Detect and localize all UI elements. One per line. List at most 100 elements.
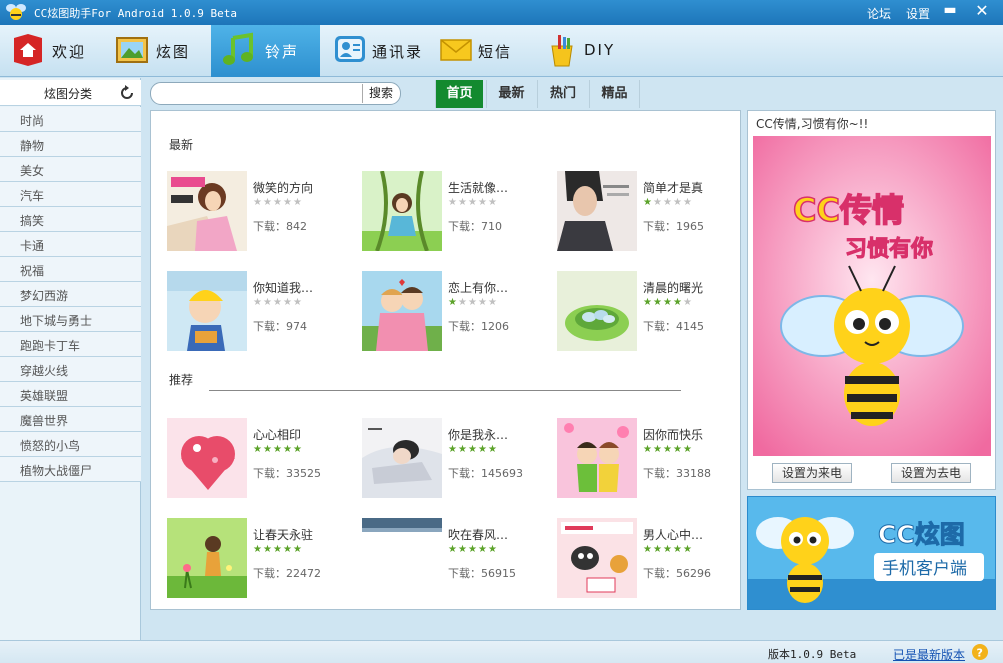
picture-title: 吹在春风… (448, 528, 509, 542)
search-input[interactable] (159, 86, 359, 102)
paint-bucket-icon (551, 35, 573, 67)
sidebar-item-label: 英雄联盟 (20, 389, 69, 403)
star-filled-icon: ★ (468, 544, 477, 555)
sidebar-item-dungeon-fighter[interactable]: 地下城与勇士 (0, 307, 141, 332)
tab-home[interactable]: 首页 (435, 80, 483, 108)
picture-card[interactable]: 吹在春风… ★★★★★ 下载：56915 (362, 518, 542, 600)
sidebar-item-crossfire[interactable]: 穿越火线 (0, 357, 141, 382)
tab-latest[interactable]: 最新 (486, 80, 536, 108)
sidebar-item-cars[interactable]: 汽车 (0, 182, 141, 207)
rating-stars: ★★★★★ (643, 297, 693, 308)
picture-title: 因你而快乐 (643, 428, 704, 442)
tab-featured[interactable]: 精品 (589, 80, 640, 108)
picture-card[interactable]: 你知道我… ★★★★★ 下载：974 (167, 271, 347, 353)
picture-card[interactable]: 简单才是真 ★★★★★ 下载：1965 (557, 171, 737, 253)
search-button[interactable]: 搜索 (362, 84, 399, 103)
download-count: 下载：1965 (643, 220, 704, 233)
star-filled-icon: ★ (683, 444, 692, 455)
refresh-icon[interactable] (119, 85, 135, 101)
star-empty-icon: ★ (283, 197, 292, 208)
star-empty-icon: ★ (468, 297, 477, 308)
sidebar-item-label: 植物大战僵尸 (20, 464, 93, 478)
banner-image: CC炫图 手机客户端 (748, 497, 995, 609)
star-empty-icon: ★ (458, 197, 467, 208)
star-filled-icon: ★ (673, 544, 682, 555)
sidebar-item-league-of-legends[interactable]: 英雄联盟 (0, 382, 141, 407)
picture-card[interactable]: 让春天永驻 ★★★★★ 下载：22472 (167, 518, 347, 600)
thumbnail-image (362, 171, 442, 251)
picture-card[interactable]: 清晨的曙光 ★★★★★ 下载：4145 (557, 271, 737, 353)
set-incoming-button[interactable]: 设置为来电 (772, 463, 852, 483)
nav-ringtones[interactable]: 铃声 (211, 25, 320, 77)
settings-link[interactable]: 设置 (906, 5, 930, 22)
picture-card[interactable]: 微笑的方向 ★★★★★ 下载：842 (167, 171, 347, 253)
thumbnail-image (167, 418, 247, 498)
status-bar: 版本1.0.9 Beta 已是最新版本 ? (0, 640, 1003, 663)
picture-card[interactable]: 你是我永… ★★★★★ 下载：145693 (362, 418, 542, 500)
picture-card[interactable]: 因你而快乐 ★★★★★ 下载：33188 (557, 418, 737, 500)
nav-diy[interactable]: DIY (534, 25, 638, 77)
sidebar-item-blessing[interactable]: 祝福 (0, 257, 141, 282)
nav-pictures[interactable]: 炫图 (104, 25, 208, 77)
thumbnail-image (557, 418, 637, 498)
search-box: 搜索 (150, 82, 401, 105)
star-empty-icon: ★ (263, 297, 272, 308)
thumbnail-image (167, 271, 247, 351)
sidebar-item-beauty[interactable]: 美女 (0, 157, 141, 182)
sidebar-item-funny[interactable]: 搞笑 (0, 207, 141, 232)
thumbnail-image (167, 518, 247, 598)
picture-title: 心心相印 (253, 428, 302, 442)
star-empty-icon: ★ (673, 197, 682, 208)
bee-logo-icon (6, 4, 26, 20)
sidebar-item-kart-rider[interactable]: 跑跑卡丁车 (0, 332, 141, 357)
star-filled-icon: ★ (263, 444, 272, 455)
sidebar-item-still-life[interactable]: 静物 (0, 132, 141, 157)
rating-stars: ★★★★★ (253, 197, 303, 208)
nav-welcome[interactable]: 欢迎 (0, 25, 104, 77)
envelope-icon (440, 39, 472, 61)
picture-card[interactable]: 男人心中… ★★★★★ 下载：56296 (557, 518, 737, 600)
star-empty-icon: ★ (293, 197, 302, 208)
tab-hot[interactable]: 热门 (537, 80, 588, 108)
star-filled-icon: ★ (663, 544, 672, 555)
sidebar-item-world-of-warcraft[interactable]: 魔兽世界 (0, 407, 141, 432)
sidebar-item-plants-vs-zombies[interactable]: 植物大战僵尸 (0, 457, 141, 482)
download-count: 下载：56296 (643, 567, 711, 580)
nav-sms[interactable]: 短信 (428, 25, 532, 77)
star-filled-icon: ★ (253, 444, 262, 455)
preview-panel: CC传情,习惯有你~!! CC传情 习惯有你 设置为来电 设置为去电 (747, 110, 996, 490)
close-icon[interactable]: ✕ (972, 1, 992, 21)
forum-link[interactable]: 论坛 (867, 5, 891, 22)
nav-contacts[interactable]: 通讯录 (322, 25, 426, 77)
picture-title: 微笑的方向 (253, 181, 314, 195)
download-count: 下载：22472 (253, 567, 321, 580)
sidebar-item-label: 美女 (20, 164, 45, 178)
nav-label: 短信 (478, 43, 513, 61)
sidebar-item-angry-birds[interactable]: 愤怒的小鸟 (0, 432, 141, 457)
rating-stars: ★★★★★ (448, 297, 498, 308)
minimize-icon[interactable]: ▬ (942, 2, 958, 20)
sidebar-item-cartoon[interactable]: 卡通 (0, 232, 141, 257)
sidebar-item-label: 祝福 (20, 264, 45, 278)
picture-card[interactable]: 恋上有你… ★★★★★ 下载：1206 (362, 271, 542, 353)
set-outgoing-button[interactable]: 设置为去电 (891, 463, 971, 483)
mobile-client-banner[interactable]: CC炫图 手机客户端 (747, 496, 996, 610)
picture-card[interactable]: 心心相印 ★★★★★ 下载：33525 (167, 418, 347, 500)
star-filled-icon: ★ (283, 444, 292, 455)
star-filled-icon: ★ (643, 197, 652, 208)
star-empty-icon: ★ (448, 197, 457, 208)
picture-title: 男人心中… (643, 528, 704, 542)
picture-title: 生活就像… (448, 181, 509, 195)
version-label: 版本1.0.9 Beta (768, 648, 857, 661)
sidebar-item-fashion[interactable]: 时尚 (0, 107, 141, 132)
update-status-link[interactable]: 已是最新版本 (893, 646, 965, 663)
star-empty-icon: ★ (478, 297, 487, 308)
sidebar-item-fantasy-westward[interactable]: 梦幻西游 (0, 282, 141, 307)
picture-grid-panel: 最新 微笑的方向 ★★★★★ 下载：842 生活就像… ★★★★★ 下载：710 (150, 110, 741, 610)
picture-card[interactable]: 生活就像… ★★★★★ 下载：710 (362, 171, 542, 253)
help-icon[interactable]: ? (972, 644, 988, 660)
star-filled-icon: ★ (448, 544, 457, 555)
star-empty-icon: ★ (478, 197, 487, 208)
star-filled-icon: ★ (673, 444, 682, 455)
star-filled-icon: ★ (488, 544, 497, 555)
